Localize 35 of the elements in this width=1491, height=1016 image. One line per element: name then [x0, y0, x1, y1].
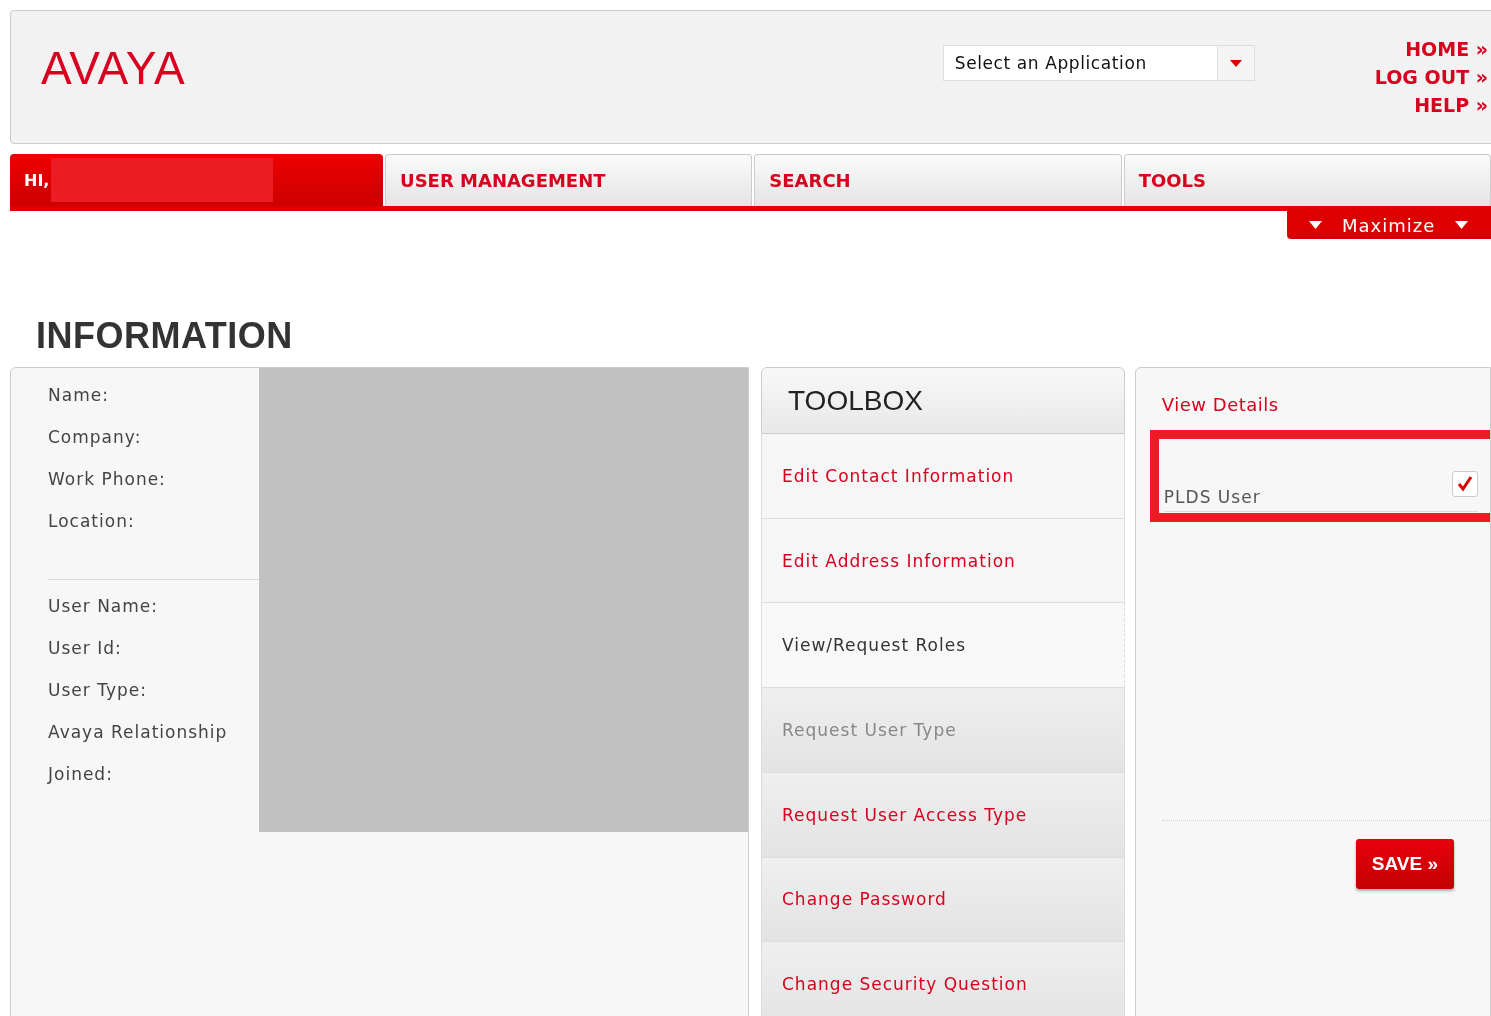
toolbox-item[interactable]: Change Security Question: [761, 942, 1125, 1016]
greeting-text: HI,: [24, 170, 50, 190]
caret-icon: [1455, 221, 1469, 229]
save-button[interactable]: SAVE »: [1355, 839, 1455, 889]
field-label: Joined:: [48, 764, 114, 786]
checkbox[interactable]: [1452, 471, 1478, 497]
header-link[interactable]: LOG OUT »: [1374, 63, 1488, 91]
toolbox-header: TOOLBOX: [761, 367, 1125, 434]
field-label: Avaya Relationship: [48, 722, 229, 744]
field-label: Work Phone:: [48, 469, 167, 491]
toolbox-item[interactable]: Request User Access Type: [761, 772, 1125, 858]
toolbox-item[interactable]: Change Password: [761, 857, 1125, 943]
field-label: Company:: [48, 427, 143, 449]
field-label: User Type:: [48, 680, 148, 702]
application-dropdown[interactable]: Select an Application: [942, 45, 1255, 81]
caret-icon: [1309, 221, 1322, 229]
field-label: Location:: [48, 511, 136, 533]
toolbox-item[interactable]: Edit Contact Information: [761, 434, 1125, 519]
details-title: View Details: [1161, 394, 1280, 415]
page-title: INFORMATION: [36, 315, 294, 357]
header-link[interactable]: HELP »: [1414, 91, 1488, 119]
logo: AVAYA: [41, 41, 186, 95]
toolbox-item[interactable]: Edit Address Information: [761, 518, 1125, 604]
nav-tab[interactable]: TOOLS: [1123, 154, 1491, 206]
checkmark-icon: [1456, 475, 1474, 493]
maximize-button[interactable]: Maximize: [1287, 211, 1491, 239]
toolbox-item[interactable]: View/Request Roles: [761, 603, 1125, 689]
caret-icon: [1229, 59, 1242, 67]
field-label: User Id:: [48, 638, 123, 660]
nav-tab[interactable]: USER MANAGEMENT: [385, 154, 753, 206]
nav-tab[interactable]: SEARCH: [754, 154, 1122, 206]
field-label: User Name:: [48, 596, 160, 618]
field-label: Name:: [48, 385, 110, 407]
header-link[interactable]: HOME »: [1405, 35, 1488, 63]
option-label: PLDS User: [1163, 487, 1262, 507]
